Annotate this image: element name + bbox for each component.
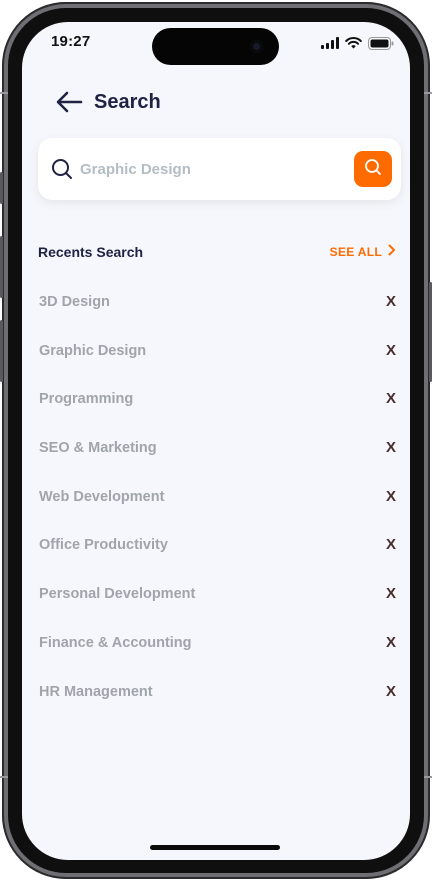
search-bar: [38, 138, 401, 200]
status-icons: [321, 36, 394, 50]
action-button: [0, 172, 3, 204]
list-item: Office Productivity X: [38, 531, 396, 580]
volume-down-button: [0, 320, 3, 382]
cellular-signal-icon: [321, 37, 339, 49]
section-title: Recents Search: [38, 244, 144, 260]
status-time: 19:27: [51, 33, 91, 50]
recent-search-label[interactable]: HR Management: [39, 684, 153, 700]
wifi-icon: [345, 37, 362, 49]
search-icon: [51, 158, 73, 180]
remove-button[interactable]: X: [380, 488, 396, 505]
list-item: Programming X: [38, 385, 396, 434]
list-item: Personal Development X: [38, 580, 396, 629]
arrow-left-icon[interactable]: [55, 90, 83, 114]
recent-search-label[interactable]: 3D Design: [39, 294, 110, 310]
recent-search-label[interactable]: Graphic Design: [39, 343, 146, 359]
recent-search-label[interactable]: Programming: [39, 391, 133, 407]
front-camera-icon: [250, 40, 263, 53]
list-item: Graphic Design X: [38, 337, 396, 386]
recent-search-label[interactable]: Web Development: [39, 489, 164, 505]
recent-search-label[interactable]: Personal Development: [39, 586, 195, 602]
remove-button[interactable]: X: [380, 634, 396, 651]
remove-button[interactable]: X: [380, 536, 396, 553]
page-header: Search: [55, 88, 161, 116]
remove-button[interactable]: X: [380, 390, 396, 407]
search-input[interactable]: [80, 152, 340, 186]
remove-button[interactable]: X: [380, 585, 396, 602]
list-item: HR Management X: [38, 678, 396, 727]
remove-button[interactable]: X: [380, 293, 396, 310]
page-title: Search: [94, 90, 161, 113]
chevron-right-icon: [388, 244, 396, 259]
see-all-label: SEE ALL: [329, 244, 382, 259]
antenna-line: [0, 776, 8, 778]
recent-search-label[interactable]: Office Productivity: [39, 537, 168, 553]
list-item: SEO & Marketing X: [38, 434, 396, 483]
volume-up-button: [0, 236, 3, 298]
dynamic-island: [152, 28, 279, 65]
battery-icon: [368, 36, 394, 50]
see-all-link[interactable]: SEE ALL: [330, 244, 396, 259]
list-item: 3D Design X: [38, 288, 396, 337]
remove-button[interactable]: X: [380, 439, 396, 456]
search-button[interactable]: [354, 151, 392, 187]
home-indicator[interactable]: [150, 845, 280, 850]
list-item: Finance & Accounting X: [38, 629, 396, 678]
antenna-line: [424, 92, 432, 94]
list-item: Web Development X: [38, 483, 396, 532]
search-icon: [364, 158, 382, 181]
recent-search-label[interactable]: Finance & Accounting: [39, 635, 192, 651]
antenna-line: [424, 776, 432, 778]
screen: 19:27 Search Graphic Design Recents Sear…: [22, 22, 410, 860]
remove-button[interactable]: X: [380, 683, 396, 700]
recent-search-list: 3D Design X Graphic Design X Programming…: [38, 288, 396, 726]
recents-header: Recents Search SEE ALL: [38, 242, 396, 264]
status-bar: 19:27: [22, 22, 410, 66]
recent-search-label[interactable]: SEO & Marketing: [39, 440, 157, 456]
antenna-line: [0, 92, 8, 94]
remove-button[interactable]: X: [380, 342, 396, 359]
